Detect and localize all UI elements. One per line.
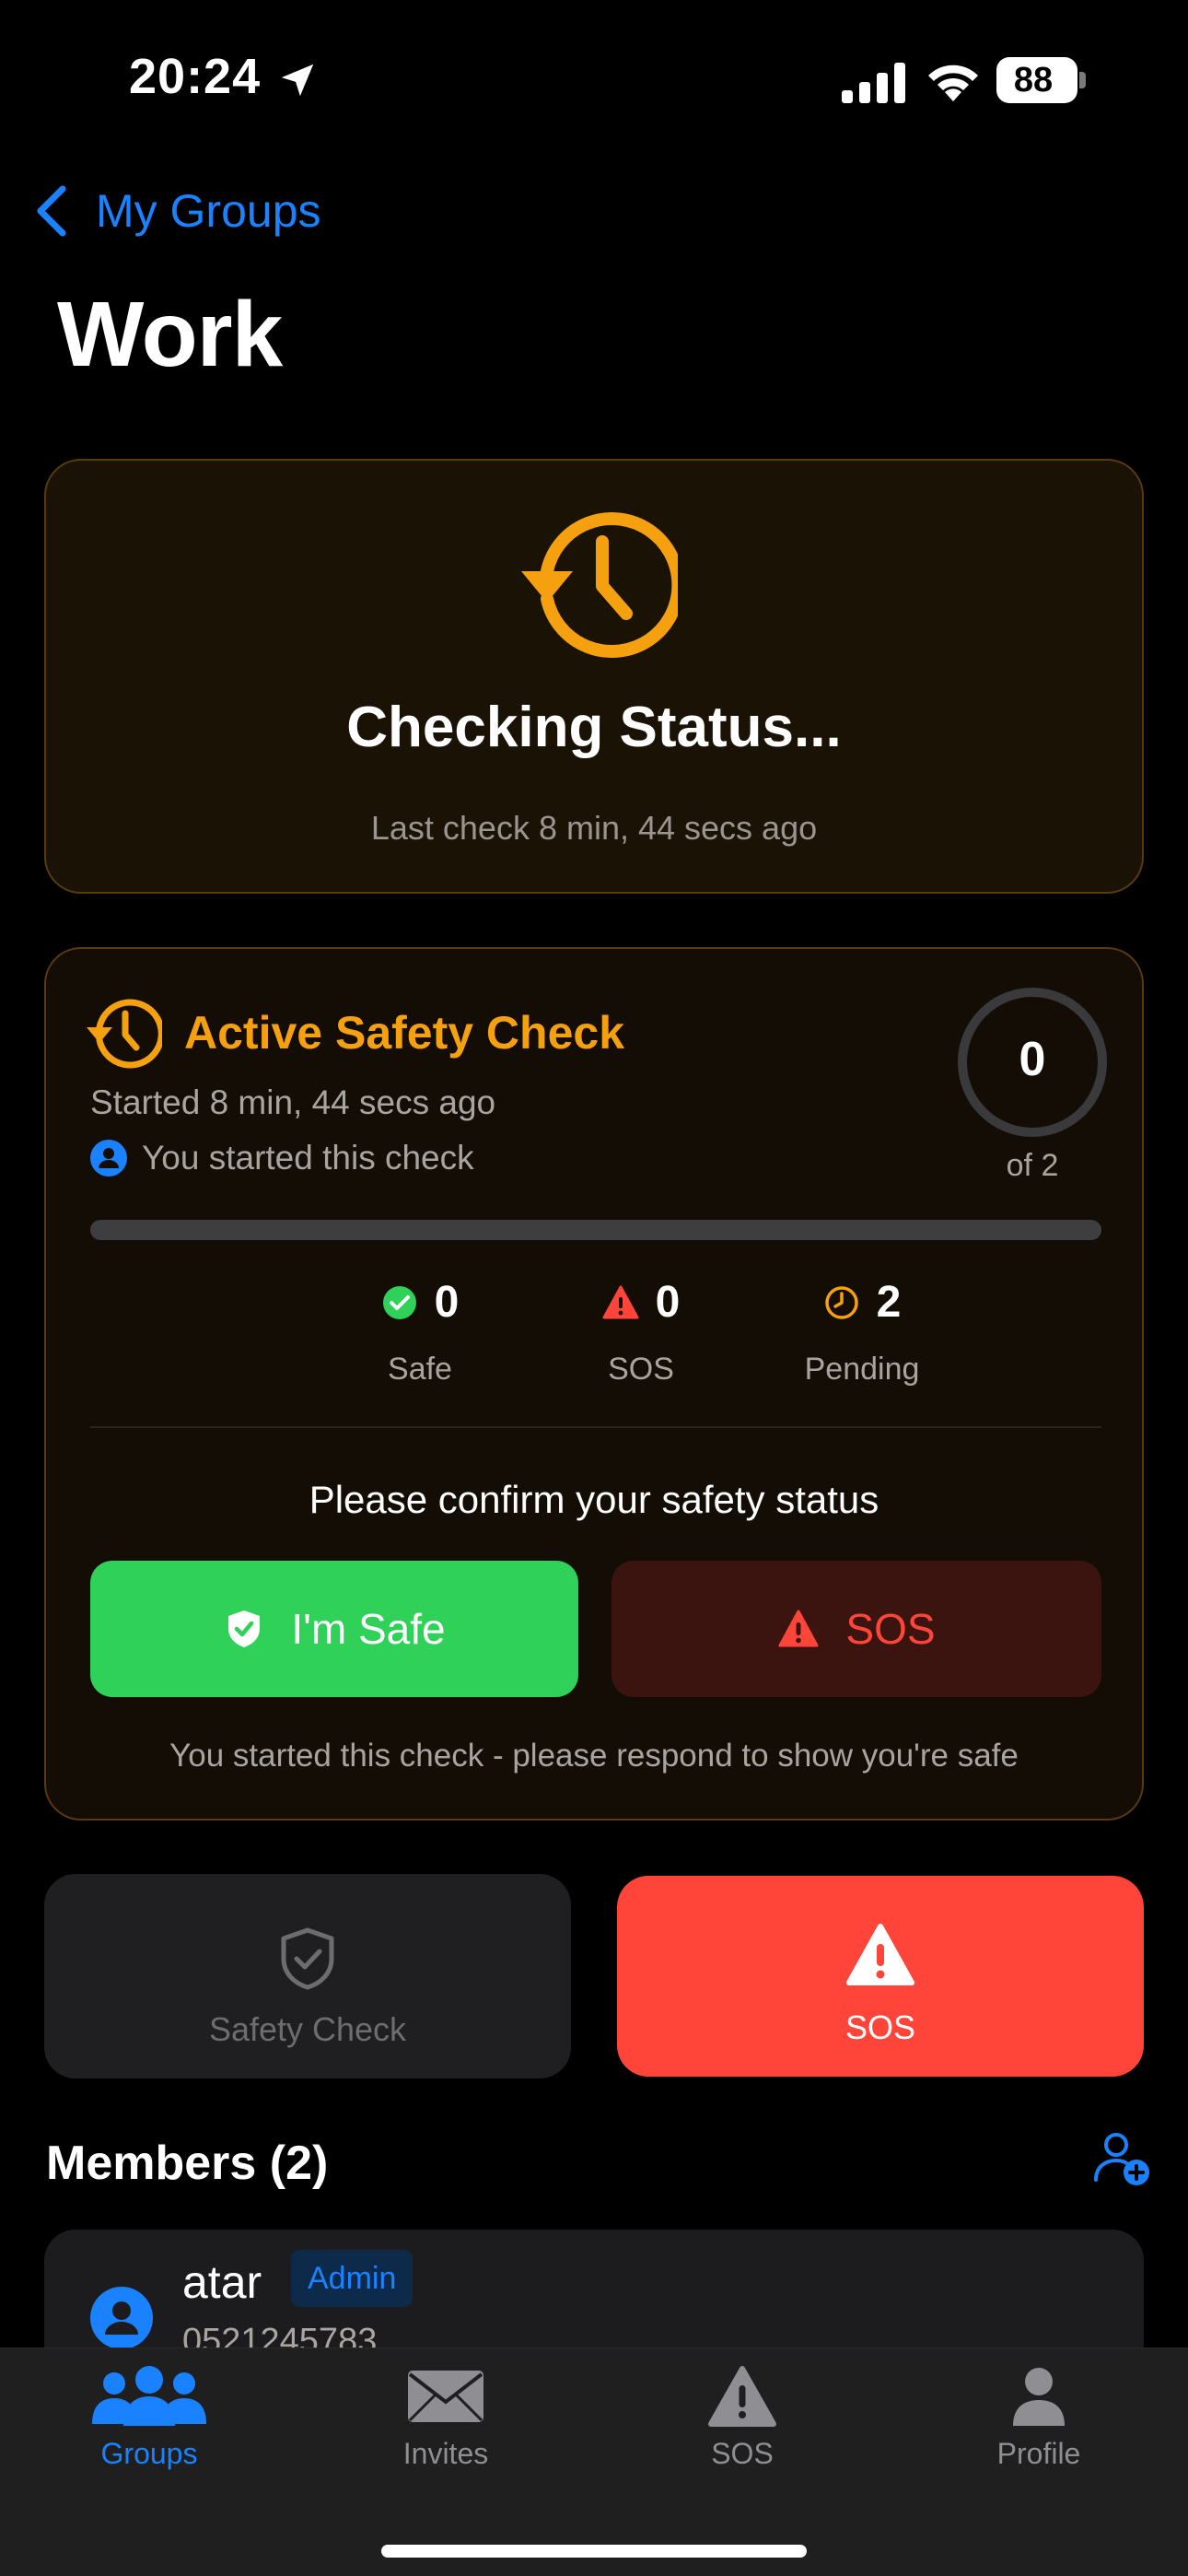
- warning-triangle-icon: [602, 1285, 639, 1318]
- safety-check-button-label: Safety Check: [208, 2010, 407, 2048]
- active-check-hint: You started this check - please respond …: [169, 1738, 1019, 1774]
- checkmark-circle-icon: [382, 1285, 416, 1319]
- tab-groups[interactable]: Groups: [39, 2365, 260, 2522]
- stat-sos-label: SOS: [608, 1352, 674, 1387]
- active-check-owner-label: You started this check: [142, 1139, 474, 1177]
- status-bar: 20:24 88: [0, 0, 1188, 157]
- status-card: Checking Status... Last check 8 min, 44 …: [44, 459, 1144, 894]
- member-name: atar: [182, 2256, 262, 2308]
- active-check-started: Started 8 min, 44 secs ago: [90, 1083, 496, 1121]
- tab-invites[interactable]: Invites: [335, 2365, 556, 2522]
- battery-level: 88: [1013, 61, 1054, 100]
- stat-pending: 2 Pending: [751, 1277, 973, 1388]
- tab-groups-label: Groups: [100, 2437, 198, 2470]
- status-card-title: Checking Status...: [346, 696, 842, 759]
- shield-check-icon: [228, 1610, 261, 1647]
- clock-history-icon: [521, 512, 678, 658]
- tab-sos-label: SOS: [711, 2437, 774, 2470]
- wifi-icon: [928, 64, 978, 101]
- warning-triangle-icon: [778, 1610, 819, 1647]
- stat-pending-label: Pending: [804, 1352, 920, 1387]
- members-title: Members (2): [46, 2137, 329, 2190]
- tab-sos[interactable]: SOS: [632, 2365, 853, 2522]
- back-button[interactable]: My Groups: [33, 179, 321, 243]
- back-button-label: My Groups: [96, 185, 321, 237]
- response-total: of 2: [1006, 1148, 1059, 1183]
- envelope-icon: [408, 2371, 483, 2422]
- clock-history-icon: [87, 999, 162, 1069]
- im-safe-button[interactable]: I'm Safe: [90, 1561, 578, 1697]
- person-icon: [1013, 2368, 1065, 2426]
- screen: 20:24 88 My Groups Work Checking Status.…: [0, 0, 1188, 2576]
- admin-badge: Admin: [291, 2250, 413, 2307]
- stat-pending-value: 2: [876, 1278, 902, 1327]
- person-circle-icon: [90, 1140, 127, 1177]
- response-count: 0: [1019, 1033, 1046, 1086]
- shield-check-icon: [281, 1927, 334, 1990]
- status-time: 20:24: [129, 49, 262, 104]
- chevron-left-icon: [37, 185, 66, 237]
- add-member-icon[interactable]: [1092, 2128, 1151, 2187]
- stat-safe: 0 Safe: [309, 1277, 530, 1388]
- stat-safe-value: 0: [434, 1278, 460, 1327]
- tab-profile-label: Profile: [996, 2437, 1081, 2470]
- active-check-owner: You started this check: [90, 1139, 474, 1177]
- stat-safe-label: Safe: [388, 1352, 452, 1387]
- status-card-subtitle: Last check 8 min, 44 secs ago: [370, 809, 818, 847]
- respond-sos-button[interactable]: SOS: [611, 1561, 1101, 1697]
- warning-triangle-icon: [708, 2366, 776, 2427]
- active-check-title: Active Safety Check: [184, 1007, 625, 1059]
- warning-triangle-icon: [846, 1924, 914, 1985]
- response-progress-bar: [90, 1220, 1101, 1240]
- battery-tip: [1079, 72, 1086, 88]
- divider: [90, 1426, 1101, 1428]
- clock-icon: [824, 1285, 858, 1319]
- active-check-card: Active Safety Check Started 8 min, 44 se…: [44, 947, 1144, 1821]
- confirm-prompt: Please confirm your safety status: [309, 1478, 879, 1521]
- tab-profile[interactable]: Profile: [928, 2365, 1149, 2522]
- people-icon: [92, 2366, 206, 2426]
- tab-invites-label: Invites: [402, 2437, 489, 2470]
- im-safe-button-label: I'm Safe: [291, 1605, 446, 1653]
- respond-sos-button-label: SOS: [845, 1605, 936, 1653]
- response-ring: 0: [958, 988, 1107, 1137]
- safety-check-button[interactable]: Safety Check: [44, 1874, 571, 2078]
- sos-button[interactable]: SOS: [617, 1876, 1144, 2077]
- person-circle-icon: [90, 2287, 153, 2349]
- cellular-signal-icon: [842, 63, 905, 103]
- stat-sos: 0 SOS: [530, 1277, 751, 1388]
- stat-sos-value: 0: [655, 1278, 681, 1327]
- location-arrow-icon: [281, 64, 314, 97]
- tab-bar: Groups Invites SOS Profile: [0, 2348, 1188, 2576]
- sos-button-label: SOS: [844, 2008, 916, 2046]
- home-indicator[interactable]: [381, 2545, 807, 2558]
- page-title: Work: [57, 283, 283, 386]
- battery-indicator: 88: [996, 57, 1086, 103]
